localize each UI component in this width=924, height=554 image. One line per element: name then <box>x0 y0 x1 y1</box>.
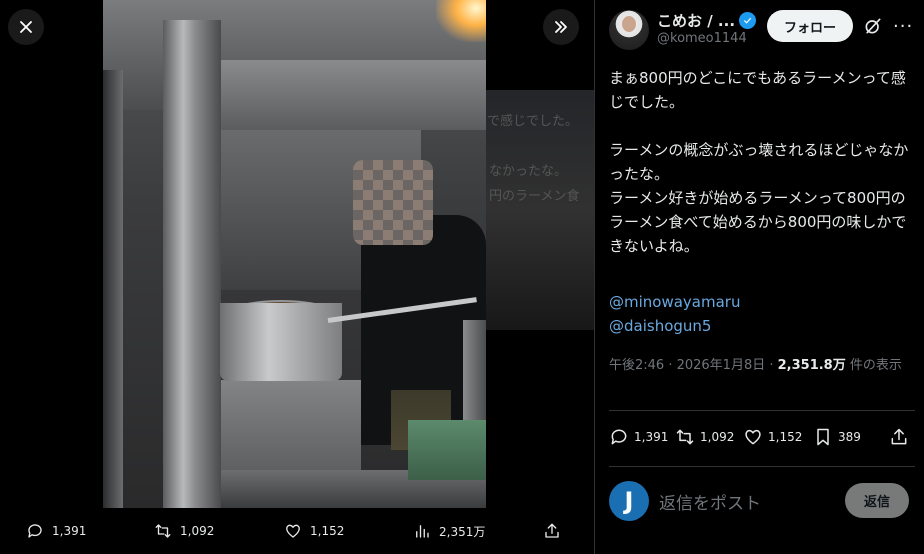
bookmark-count: 389 <box>838 430 861 444</box>
reply-count: 1,391 <box>634 430 669 444</box>
tweet-views-suffix: 件の表示 <box>845 358 902 373</box>
bookmark-icon <box>817 428 829 446</box>
share-icon <box>891 428 907 445</box>
close-button[interactable] <box>8 9 44 45</box>
media-reply-button[interactable]: 1,391 <box>26 522 86 540</box>
media-views-button[interactable]: 2,351万 <box>413 522 485 540</box>
views-count: 2,351万 <box>439 524 486 539</box>
reply-submit-button[interactable]: 返信 <box>845 483 909 518</box>
retweet-count: 1,092 <box>180 524 215 538</box>
verified-badge-icon <box>739 12 757 29</box>
reply-button[interactable]: 1,391 <box>609 427 668 447</box>
share-button[interactable] <box>889 427 909 447</box>
tweet-views: 2,351.8万 <box>777 358 846 373</box>
mention-link[interactable]: @daishogun5 <box>609 314 915 338</box>
author-handle[interactable]: @komeo1144 <box>657 31 747 46</box>
tweet-meta: 午後2:46 · 2026年1月8日 · 2,351.8万 件の表示 <box>609 355 915 377</box>
grok-icon[interactable] <box>863 16 883 36</box>
follow-button[interactable]: フォロー <box>767 10 853 42</box>
retweet-button[interactable]: 1,092 <box>675 427 734 447</box>
bookmark-button[interactable]: 389 <box>813 427 861 447</box>
analytics-icon <box>416 525 429 538</box>
reply-count: 1,391 <box>52 524 87 538</box>
retweet-icon <box>676 429 694 445</box>
user-avatar[interactable]: J <box>609 481 649 521</box>
author-name[interactable]: こめお / ... <box>657 10 757 31</box>
reply-input[interactable]: 返信をポスト <box>659 489 761 514</box>
reply-icon <box>611 429 627 445</box>
divider <box>609 410 915 411</box>
tweet-actions: 1,391 1,092 1,152 389 <box>609 427 915 451</box>
chevron-double-right-icon <box>555 21 567 33</box>
tweet-detail-panel: こめお / ... @komeo1144 フォロー ··· まぁ800円のどこに… <box>594 0 924 554</box>
tweet-header: こめお / ... @komeo1144 フォロー ··· <box>609 10 919 50</box>
reply-composer: J 返信をポスト 返信 <box>609 481 919 521</box>
media-share-button[interactable] <box>543 522 561 540</box>
share-icon <box>545 523 559 538</box>
retweet-icon <box>155 524 171 538</box>
media-retweet-button[interactable]: 1,092 <box>154 522 214 540</box>
like-count: 1,152 <box>310 524 345 538</box>
tweet-timestamp[interactable]: 午後2:46 · 2026年1月8日 · <box>609 358 778 373</box>
mention-link[interactable]: @minowayamaru <box>609 290 915 314</box>
heart-icon <box>286 524 300 538</box>
divider <box>609 466 915 467</box>
reply-icon <box>28 524 42 538</box>
mosaic-blur <box>353 160 433 245</box>
ghost-text: なかったな。 <box>489 164 568 179</box>
media-action-bar: 1,391 1,092 1,152 2,351万 <box>0 508 594 554</box>
mentions: @minowayamaru @daishogun5 <box>609 290 915 338</box>
more-options-icon[interactable]: ··· <box>893 16 913 37</box>
tweet-text: まぁ800円のどこにでもあるラーメンって感じでした。 ラーメンの概念がぶっ壊され… <box>609 69 909 255</box>
like-count: 1,152 <box>768 430 803 444</box>
author-name-text: こめお / ... <box>657 12 736 30</box>
close-icon <box>20 21 32 33</box>
tweet-photo[interactable] <box>103 0 486 508</box>
media-viewer: で感じでした。 なかったな。 円のラーメン食 1,391 1,092 1,152… <box>0 0 594 554</box>
avatar[interactable] <box>609 10 649 50</box>
ghost-text: で感じでした。 <box>487 114 579 129</box>
ghost-text: 円のラーメン食 <box>489 189 580 204</box>
heart-icon <box>745 429 761 445</box>
like-button[interactable]: 1,152 <box>743 427 802 447</box>
retweet-count: 1,092 <box>700 430 735 444</box>
media-like-button[interactable]: 1,152 <box>284 522 344 540</box>
expand-panel-button[interactable] <box>543 9 579 45</box>
